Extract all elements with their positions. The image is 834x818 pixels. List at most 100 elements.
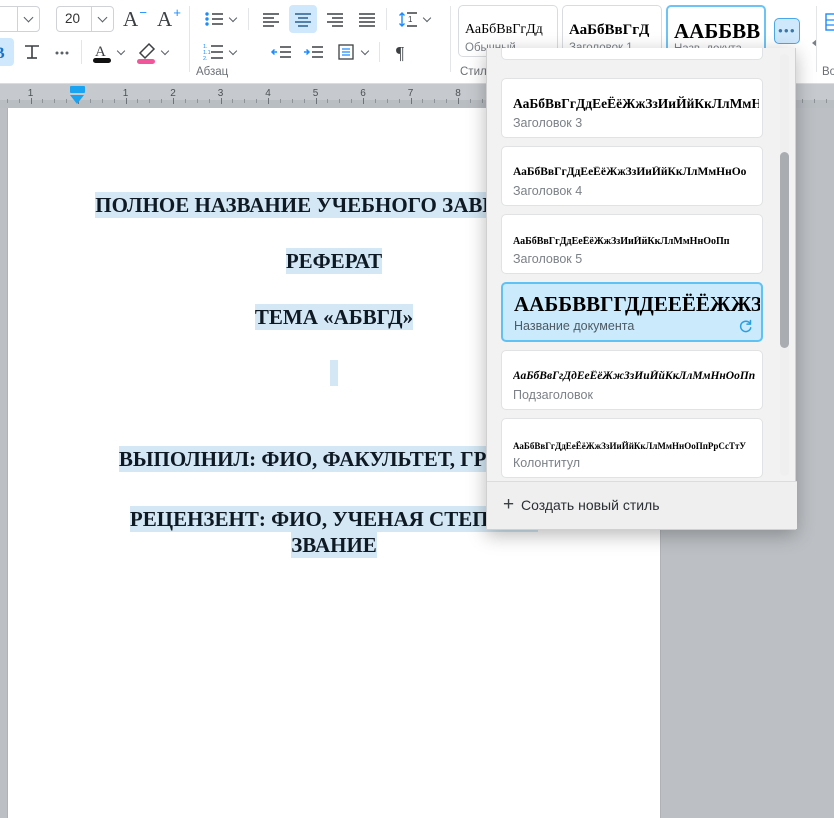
group-divider-1	[189, 6, 190, 72]
styles-collapse-arrow[interactable]	[810, 38, 820, 48]
numbered-list-button[interactable]: 1. 1.1 2.	[200, 38, 228, 66]
style-preview: ААББВВГГДДЕЕЁЁЖЖЗ	[514, 292, 760, 316]
ruler-tick	[161, 99, 163, 103]
increase-indent-button[interactable]	[300, 38, 328, 66]
increase-font-size-label: A	[157, 7, 173, 31]
borders-caret[interactable]	[358, 38, 374, 66]
align-justify-button[interactable]	[353, 5, 381, 33]
style-list-item-heading3[interactable]: АаБбВвГгДдЕеЁёЖжЗзИиЙйКкЛлМмН Заголовок …	[501, 78, 763, 138]
ruler-tick	[481, 99, 483, 103]
numbered-list-icon: 1. 1.1 2.	[203, 44, 223, 62]
dropdown-scrollbar-thumb[interactable]	[780, 152, 789, 348]
doc-line-text: ВЫПОЛНИЛ: ФИО, ФАКУЛЬТЕТ, ГРУППА	[118, 446, 550, 472]
ruler-tick	[363, 98, 364, 104]
line-spacing-button[interactable]: 1	[394, 5, 422, 33]
style-preview: ААББВВ	[674, 19, 761, 43]
ruler-tick	[374, 99, 376, 103]
plus-icon: +	[503, 494, 515, 515]
font-color-button[interactable]: A	[88, 38, 116, 66]
style-preview: АаБбВвГгДд	[465, 22, 543, 37]
ruler-tick	[113, 99, 115, 103]
refresh-style-icon[interactable]	[738, 319, 753, 334]
svg-text:В: В	[0, 45, 5, 62]
group-divider-3	[816, 6, 817, 72]
refresh-icon	[739, 319, 752, 333]
ruler-tick	[220, 98, 222, 104]
ruler-tick	[208, 99, 210, 103]
ruler-tick	[196, 99, 198, 103]
style-name: Колонтитул	[513, 456, 581, 470]
ruler-tick	[279, 99, 281, 103]
font-size-combobox[interactable]: 20	[56, 6, 114, 32]
decrease-font-size-button[interactable]: A −	[120, 5, 148, 33]
ruler-tick	[469, 99, 471, 103]
ruler-tick	[398, 99, 400, 103]
style-preview: АаБбВвГгДдЕеЁёЖжЗзИиЙйКкЛлМмН	[513, 96, 759, 111]
align-right-icon	[327, 13, 343, 27]
more-font-options-button[interactable]	[48, 38, 76, 66]
styles-dropdown-panel[interactable]: АаБбВвГгДдЕеЁёЖжЗзИиЙйКкЛлМмН Заголовок …	[486, 48, 797, 530]
font-size-value: 20	[65, 11, 81, 26]
ruler-tick	[54, 99, 56, 103]
ruler-tick	[386, 99, 388, 103]
ruler-tick	[137, 99, 139, 103]
font-name-caret[interactable]	[17, 6, 39, 32]
table-button[interactable]	[822, 8, 834, 36]
borders-button[interactable]	[332, 38, 360, 66]
doc-line-text: РЕФЕРАТ	[285, 248, 383, 274]
increase-font-size-button[interactable]: A +	[154, 5, 182, 33]
align-right-button[interactable]	[321, 5, 349, 33]
insert-group: Во	[822, 0, 834, 83]
font-color-caret[interactable]	[114, 38, 130, 66]
align-justify-icon	[359, 13, 375, 27]
style-list-item-document-title[interactable]: ААББВВГГДДЕЕЁЁЖЖЗ Название документа	[501, 282, 763, 342]
style-list-item-header-footer[interactable]: АаБбВвГгДдЕеЁёЖжЗзИиЙйКкЛлМмНнОоПпРрСсТт…	[501, 418, 763, 478]
line-spacing-icon: 1	[399, 12, 417, 27]
highlight-color-caret[interactable]	[158, 38, 174, 66]
font-color-icon: A	[93, 44, 111, 63]
style-name: Заголовок 5	[513, 252, 583, 266]
doc-line[interactable]: ЗВАНИЕ	[8, 532, 660, 558]
style-list-item-heading4[interactable]: АаБбВвГгДдЕеЁёЖжЗзИиЙйКкЛлМмНнОо Заголов…	[501, 146, 763, 206]
style-preview: АаБбВвГгДдЕеЁёЖжЗзИиЙйКкЛлМмНнОоПпРрСсТт…	[513, 441, 747, 451]
insert-group-label: Во	[822, 66, 834, 78]
first-line-indent-marker[interactable]	[70, 86, 85, 93]
increase-indent-icon	[304, 46, 323, 58]
numbered-list-caret[interactable]	[226, 38, 242, 66]
bullet-list-button[interactable]	[200, 5, 228, 33]
ruler-tick	[232, 99, 234, 103]
decrease-indent-icon	[270, 46, 291, 58]
borders-icon	[338, 44, 354, 60]
style-name: Заголовок 3	[513, 116, 583, 130]
show-formatting-marks-button[interactable]: ¶	[388, 38, 416, 66]
decrease-indent-button[interactable]	[268, 38, 296, 66]
ruler-tick	[173, 98, 174, 104]
styles-dropdown-list[interactable]: АаБбВвГгДдЕеЁёЖжЗзИиЙйКкЛлМмН Заголовок …	[487, 48, 797, 482]
group-divider-2	[450, 6, 451, 72]
style-preview: АаБбВвГгД	[569, 22, 650, 38]
bold-button[interactable]: В	[0, 38, 14, 66]
align-center-button[interactable]	[289, 5, 317, 33]
line-spacing-caret[interactable]	[420, 5, 436, 33]
ruler-tick	[101, 99, 103, 103]
styles-more-button[interactable]: •••	[774, 18, 800, 44]
doc-line-text	[330, 360, 338, 386]
strikethrough-button[interactable]	[18, 38, 46, 66]
font-name-combobox[interactable]	[0, 6, 40, 32]
ruler-tick	[42, 99, 44, 103]
align-left-button[interactable]	[257, 5, 285, 33]
create-new-style-row[interactable]: + Создать новый стиль	[487, 481, 797, 529]
ruler-tick	[268, 98, 269, 104]
strikethrough-icon	[25, 45, 39, 59]
style-list-item-partial[interactable]	[501, 48, 763, 60]
ruler-tick	[446, 99, 448, 103]
style-list-item-heading5[interactable]: АаБбВвГгДдЕеЁёЖжЗзИиЙйКкЛлМмНнОоПп Загол…	[501, 214, 763, 274]
bullet-list-caret[interactable]	[226, 5, 242, 33]
font-size-caret[interactable]	[91, 6, 113, 32]
table-icon	[825, 13, 834, 31]
left-indent-marker[interactable]	[70, 95, 84, 104]
ruler-tick	[18, 99, 20, 103]
ruler-tick	[30, 98, 32, 104]
highlight-color-button[interactable]	[132, 38, 160, 66]
style-list-item-subtitle[interactable]: АаБбВвГгДдЕеЁёЖжЗзИиЙйКкЛлМмНнОоПп Подза…	[501, 350, 763, 410]
